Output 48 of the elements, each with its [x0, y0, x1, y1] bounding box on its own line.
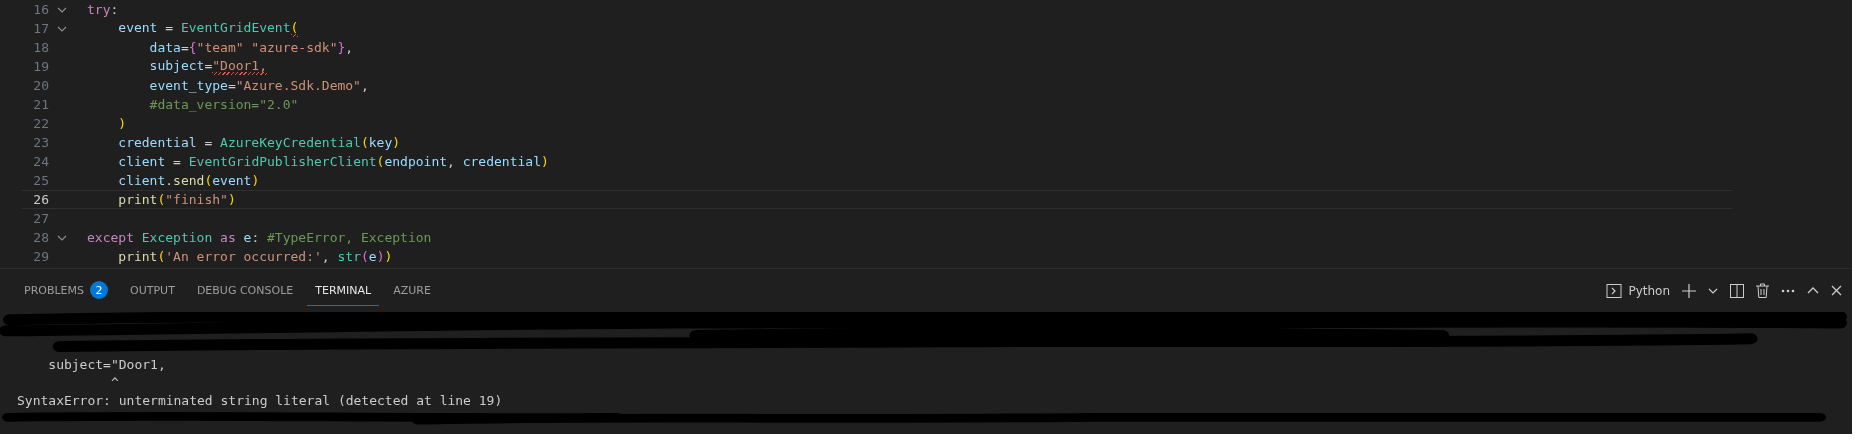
panel-tab[interactable]: AZURE: [385, 275, 439, 306]
code-line: subject="Door1,: [148, 58, 268, 75]
panel-tab[interactable]: DEBUG CONSOLE: [188, 275, 302, 306]
line-number: 21: [32, 97, 49, 112]
chevron-down-icon[interactable]: [1708, 287, 1718, 294]
line-number: 19: [32, 59, 49, 74]
fold-chevron-icon[interactable]: [57, 234, 67, 241]
code-line: except Exception as e: #TypeError, Exception: [86, 230, 432, 245]
code-line: credential = AzureKeyCredential(key): [117, 135, 401, 150]
more-icon[interactable]: [1781, 288, 1795, 293]
line-number: 27: [32, 211, 49, 226]
trash-icon[interactable]: [1756, 283, 1769, 298]
line-number: 17: [32, 21, 49, 36]
code-line: event_type="Azure.Sdk.Demo",: [148, 78, 369, 93]
line-number: 23: [32, 135, 49, 150]
close-icon[interactable]: [1831, 285, 1842, 296]
chevron-up-icon[interactable]: [1807, 287, 1819, 294]
terminal-line: ^: [109, 374, 120, 392]
fold-chevron-icon[interactable]: [57, 25, 67, 32]
line-number: 24: [32, 154, 49, 169]
terminal-name[interactable]: Python: [1628, 283, 1670, 298]
line-number: 18: [32, 40, 49, 55]
line-number: 22: [32, 116, 49, 131]
code-line: ): [117, 116, 127, 131]
terminal-line: subject="Door1,: [47, 356, 167, 374]
panel-tab[interactable]: TERMINAL: [307, 275, 380, 306]
fold-chevron-icon[interactable]: [57, 6, 67, 13]
line-number: 20: [32, 78, 49, 93]
code-line: #data_version="2.0": [148, 97, 299, 112]
code-line: client = EventGridPublisherClient(endpoint, credential): [117, 154, 549, 169]
panel-tab[interactable]: PROBLEMS 2: [16, 275, 117, 306]
line-number: 25: [32, 173, 49, 188]
code-line: client.send(event): [117, 173, 260, 188]
split-icon[interactable]: [1730, 283, 1744, 298]
code-line: event = EventGridEvent(: [117, 20, 299, 37]
plus-icon[interactable]: [1682, 283, 1696, 298]
line-number: 28: [32, 230, 49, 245]
line-number: 26: [32, 192, 49, 207]
line-number: 29: [32, 249, 49, 264]
panel-tab[interactable]: OUTPUT: [122, 275, 183, 306]
code-line: try:: [86, 2, 119, 17]
code-line: print('An error occurred:', str(e)): [117, 249, 393, 264]
line-number: 16: [32, 2, 49, 17]
terminal-icon[interactable]: [1606, 282, 1623, 299]
count-badge: 2: [90, 281, 109, 299]
code-line: data={"team" "azure-sdk"},: [148, 40, 354, 55]
code-line: print("finish"): [117, 192, 236, 207]
terminal-line: SyntaxError: unterminated string literal (detected at line 19): [16, 392, 504, 410]
